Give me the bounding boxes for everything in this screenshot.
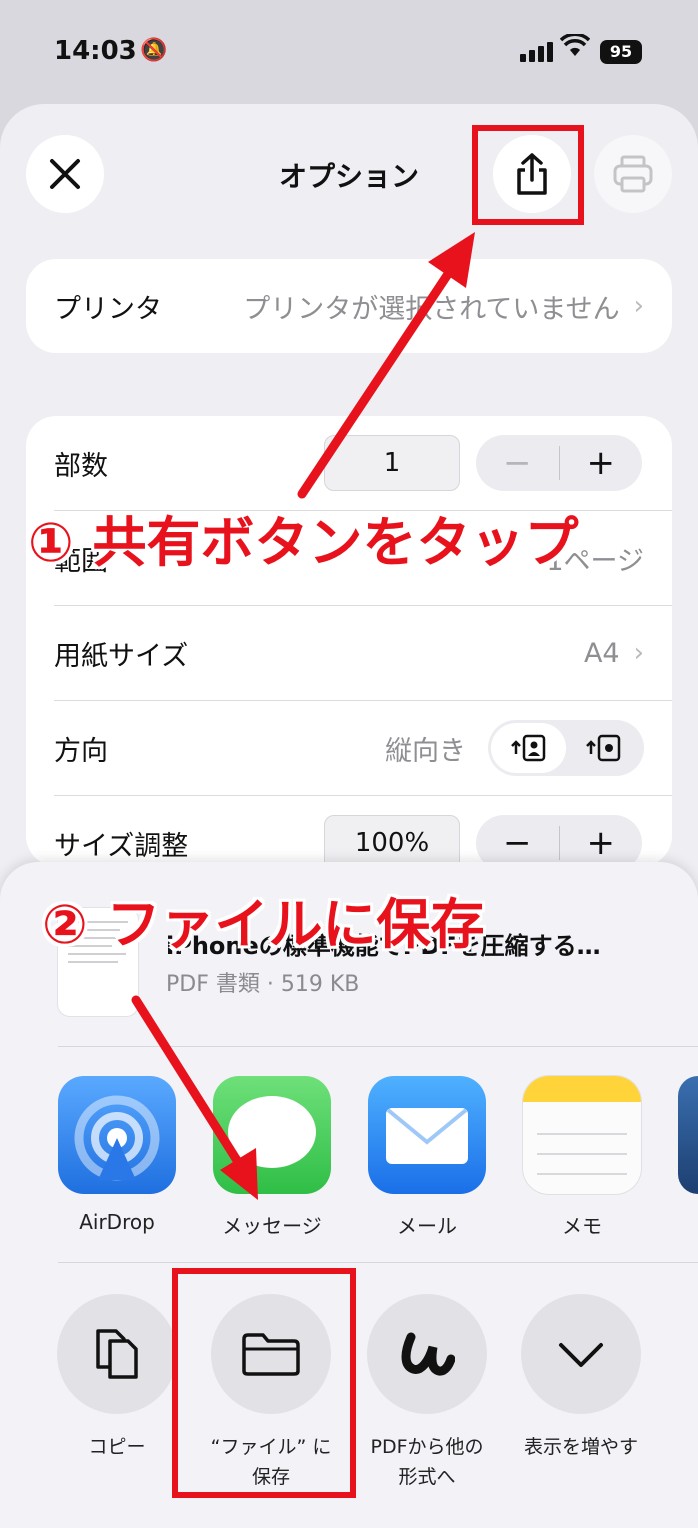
copies-plus-button[interactable]: + [560,443,643,483]
print-options-card: 部数 1 − + 範囲 1ページ 用紙サイズ A4 › 方向 縦向き サイズ調整 1… [26,416,672,871]
copies-field[interactable]: 1 [324,435,460,491]
app-next-partial[interactable] [678,1076,698,1194]
chevron-right-icon: › [633,291,644,321]
printer-value: プリンタが選択されていません [243,293,620,325]
annotation-box-files [172,1268,356,1498]
scale-plus-button[interactable]: + [560,823,643,863]
orientation-value: 縦向き [385,735,466,767]
action-label: コピー [88,1436,146,1458]
battery-indicator: 95 [600,40,642,64]
paper-size-value: A4 [583,637,620,669]
app-label: メモ [562,1214,602,1238]
annotation-step1: ① 共有ボタンをタップ [28,511,579,574]
annotation-box-share [472,125,584,225]
printer-card[interactable]: プリンタ プリンタが選択されていません › [26,259,672,353]
status-bar: 14:03 🔕 95 [0,0,698,100]
paper-size-label: 用紙サイズ [54,640,189,672]
portrait-icon [510,734,545,762]
landscape-icon [585,734,620,762]
airdrop-icon [58,1076,176,1194]
more-button[interactable] [521,1294,641,1414]
cellular-signal-icon [520,42,553,62]
scale-label: サイズ調整 [54,830,189,862]
notes-icon [523,1076,641,1194]
printer-label: プリンタ [54,293,162,325]
app-label: メール [397,1214,457,1238]
printer-row[interactable]: プリンタ プリンタが選択されていません › [54,259,644,353]
copy-icon [96,1329,138,1379]
orientation-toggle[interactable] [488,720,644,776]
app-messages[interactable]: メッセージ [213,1076,331,1239]
app-label: AirDrop [79,1210,155,1234]
chevron-right-icon: › [633,638,644,668]
divider [58,1262,698,1263]
app-mail[interactable]: メール [368,1076,486,1239]
copies-stepper[interactable]: − + [476,435,642,491]
action-label: 表示を増やす [523,1436,638,1458]
action-copy[interactable]: コピー [42,1294,192,1462]
document-subtitle: PDF 書類 · 519 KB [166,972,360,997]
silent-bell-icon: 🔕 [140,38,168,63]
orientation-label: 方向 [54,735,108,767]
landscape-option[interactable] [566,723,641,773]
status-time: 14:03 [54,36,137,66]
chevron-down-icon [559,1343,603,1367]
wifi-icon [559,32,591,65]
app-label: メッセージ [222,1214,322,1238]
u-logo-icon [401,1332,455,1376]
paper-size-row[interactable]: 用紙サイズ A4 › [54,606,644,700]
pdf-convert-button[interactable] [367,1294,487,1414]
app-notes[interactable]: メモ [523,1076,641,1239]
divider [58,1046,698,1047]
action-label: PDFから他の 形式へ [370,1436,484,1488]
printer-icon [613,155,653,193]
messages-icon [213,1076,331,1194]
annotation-step2: ② ファイルに保存 [42,893,485,956]
action-pdf-convert[interactable]: PDFから他の 形式へ [352,1294,502,1492]
app-airdrop[interactable]: AirDrop [58,1076,176,1234]
mail-icon [368,1076,486,1194]
portrait-option[interactable] [491,723,566,773]
copy-button[interactable] [57,1294,177,1414]
print-button[interactable] [594,135,672,213]
copies-label: 部数 [54,450,108,482]
scale-minus-button[interactable]: − [476,823,559,863]
action-more[interactable]: 表示を増やす [506,1294,656,1462]
copies-minus-button[interactable]: − [476,443,559,483]
